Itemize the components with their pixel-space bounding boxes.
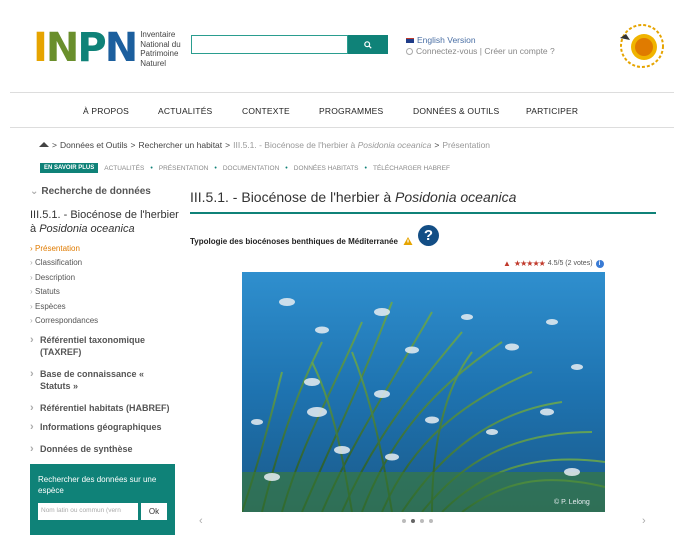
- breadcrumb-donnees-outils[interactable]: Données et Outils: [60, 140, 128, 150]
- logo-letter-p: P: [77, 25, 106, 71]
- nav-item-participer[interactable]: PARTICIPER: [526, 106, 578, 116]
- breadcrumb-sep: >: [52, 140, 57, 150]
- sidebar-item-presentation[interactable]: Présentation: [30, 242, 180, 257]
- nav-item-actualites[interactable]: ACTUALITÉS: [158, 106, 212, 116]
- logo-line: Naturel: [140, 58, 166, 68]
- sidebar-section-synthese[interactable]: Données de synthèse: [30, 443, 180, 455]
- rating-text: 4.5/5 (2 votes): [547, 260, 593, 267]
- nav-item-a-propos[interactable]: À PROPOS: [83, 106, 129, 116]
- subnav-link-donnees-habitats[interactable]: DONNÉES HABITATS: [294, 165, 359, 172]
- carousel-dots: [402, 519, 433, 523]
- logo-letter-n: N: [45, 25, 80, 71]
- en-savoir-plus-button[interactable]: EN SAVOIR PLUS: [40, 163, 99, 173]
- main-nav: À PROPOS ACTUALITÉS CONTEXTE PROGRAMMES …: [10, 92, 674, 128]
- sidebar-section-taxref[interactable]: Référentiel taxonomique (TAXREF): [30, 334, 170, 358]
- subnav-dot: •: [214, 164, 217, 172]
- sidebar-menu: Présentation Classification Description …: [30, 242, 180, 329]
- breadcrumb-habitat-text: III.5.1. - Biocénose de l'herbier à: [233, 140, 358, 150]
- breadcrumb-habitat[interactable]: III.5.1. - Biocénose de l'herbier à Posi…: [233, 140, 431, 150]
- user-icon: [406, 48, 413, 55]
- carousel-dot[interactable]: [429, 519, 433, 523]
- header-search-button[interactable]: [348, 35, 388, 54]
- breadcrumb-sep: >: [130, 140, 136, 150]
- nav-item-programmes[interactable]: PROGRAMMES: [319, 106, 383, 116]
- sidebar-heading-label: Recherche de données: [41, 186, 151, 197]
- breadcrumb-sep: >: [434, 140, 440, 150]
- uk-flag-icon: [406, 38, 414, 43]
- breadcrumb-current: Présentation: [442, 140, 491, 150]
- alert-icon[interactable]: ▲: [503, 259, 511, 268]
- sidebar-item-especes[interactable]: Espèces: [30, 300, 180, 315]
- breadcrumb-rechercher-habitat[interactable]: Rechercher un habitat: [139, 140, 223, 150]
- title-divider: [190, 212, 656, 214]
- photo-credit: © P. Lelong: [554, 498, 590, 506]
- sidebar-item-statuts[interactable]: Statuts: [30, 285, 180, 300]
- carousel-dot[interactable]: [420, 519, 424, 523]
- rating: ▲ ★★★★★ 4.5/5 (2 votes) i: [503, 259, 604, 268]
- english-version-link[interactable]: English Version: [406, 35, 555, 46]
- info-icon[interactable]: i: [595, 259, 604, 268]
- logo-line: Patrimoine: [140, 49, 179, 58]
- help-icon[interactable]: ?: [418, 225, 439, 246]
- species-search-panel: Rechercher des données sur une espèce No…: [30, 464, 175, 535]
- account-label: Connectez-vous | Créer un compte ?: [416, 46, 555, 56]
- star-rating-icon[interactable]: ★★★★★: [514, 259, 546, 268]
- subnav-link-documentation[interactable]: DOCUMENTATION: [223, 165, 279, 172]
- carousel-prev-icon[interactable]: ‹: [199, 515, 203, 527]
- species-search-label: Rechercher des données sur une espèce: [38, 475, 157, 495]
- sidebar-heading[interactable]: ⌄ Recherche de données: [30, 186, 180, 197]
- nav-item-contexte[interactable]: CONTEXTE: [242, 106, 290, 116]
- sidebar-item-correspondances[interactable]: Correspondances: [30, 314, 180, 329]
- subnav-dot: •: [150, 164, 153, 172]
- biodiversity-badge-icon[interactable]: [616, 20, 668, 72]
- page-title: III.5.1. - Biocénose de l'herbier à Posi…: [190, 189, 516, 205]
- page-title-text: III.5.1. - Biocénose de l'herbier à: [190, 189, 396, 205]
- subnav: EN SAVOIR PLUS ACTUALITÉS • PRÉSENTATION…: [40, 163, 450, 173]
- sidebar-title-italic: Posidonia oceanica: [39, 223, 135, 235]
- sidebar-item-description[interactable]: Description: [30, 271, 180, 286]
- site-header: I N P N Inventaire National du Patrimoin…: [0, 0, 684, 92]
- subnav-link-actualites[interactable]: ACTUALITÉS: [104, 165, 144, 172]
- header-search-input[interactable]: [191, 35, 348, 54]
- species-search-input[interactable]: Nom latin ou commun (vern: [38, 503, 138, 520]
- home-icon[interactable]: [39, 141, 49, 147]
- search-icon: [364, 40, 372, 49]
- sidebar-section-habref[interactable]: Référentiel habitats (HABREF): [30, 402, 180, 414]
- carousel-dot-active[interactable]: [411, 519, 415, 523]
- breadcrumb-sep: >: [225, 140, 231, 150]
- warning-icon[interactable]: [403, 236, 413, 246]
- subnav-dot: •: [364, 164, 367, 172]
- carousel-dot[interactable]: [402, 519, 406, 523]
- breadcrumb-habitat-italic: Posidonia oceanica: [357, 140, 432, 150]
- typology-label: Typologie des biocénoses benthiques de M…: [190, 237, 398, 246]
- logo-letter-n2: N: [104, 25, 139, 71]
- nav-item-donnees-outils[interactable]: DONNÉES & OUTILS: [413, 106, 499, 116]
- carousel-next-icon[interactable]: ›: [642, 515, 646, 527]
- logo-text: Inventaire National du Patrimoine Nature…: [140, 30, 180, 68]
- subnav-link-telecharger-habref[interactable]: TÉLÉCHARGER HABREF: [373, 165, 450, 172]
- logo-letter-i: I: [33, 25, 48, 71]
- inpn-logo[interactable]: I N P N Inventaire National du Patrimoin…: [33, 28, 181, 68]
- sidebar: ⌄ Recherche de données III.5.1. - Biocén…: [30, 186, 180, 329]
- sidebar-section-statuts[interactable]: Base de connaissance « Statuts »: [30, 368, 150, 392]
- logo-line: National du: [140, 39, 181, 49]
- page-title-italic: Posidonia oceanica: [395, 189, 517, 205]
- header-links: English Version Connectez-vous | Créer u…: [406, 35, 555, 57]
- habitat-photo[interactable]: © P. Lelong: [242, 272, 605, 512]
- species-search-ok-button[interactable]: Ok: [141, 503, 167, 520]
- subnav-link-presentation[interactable]: PRÉSENTATION: [159, 165, 209, 172]
- sidebar-item-classification[interactable]: Classification: [30, 256, 180, 271]
- sidebar-section-geo[interactable]: Informations géographiques: [30, 421, 180, 433]
- breadcrumb: > Données et Outils > Rechercher un habi…: [39, 140, 490, 150]
- chevron-down-icon: ⌄: [30, 186, 39, 197]
- english-version-label: English Version: [417, 35, 476, 45]
- subnav-dot: •: [285, 164, 288, 172]
- logo-letters: I N P N: [33, 25, 139, 71]
- account-links[interactable]: Connectez-vous | Créer un compte ?: [406, 46, 555, 57]
- sidebar-habitat-title: III.5.1. - Biocénose de l'herbier à Posi…: [30, 208, 180, 236]
- logo-line: Inventaire: [140, 30, 176, 39]
